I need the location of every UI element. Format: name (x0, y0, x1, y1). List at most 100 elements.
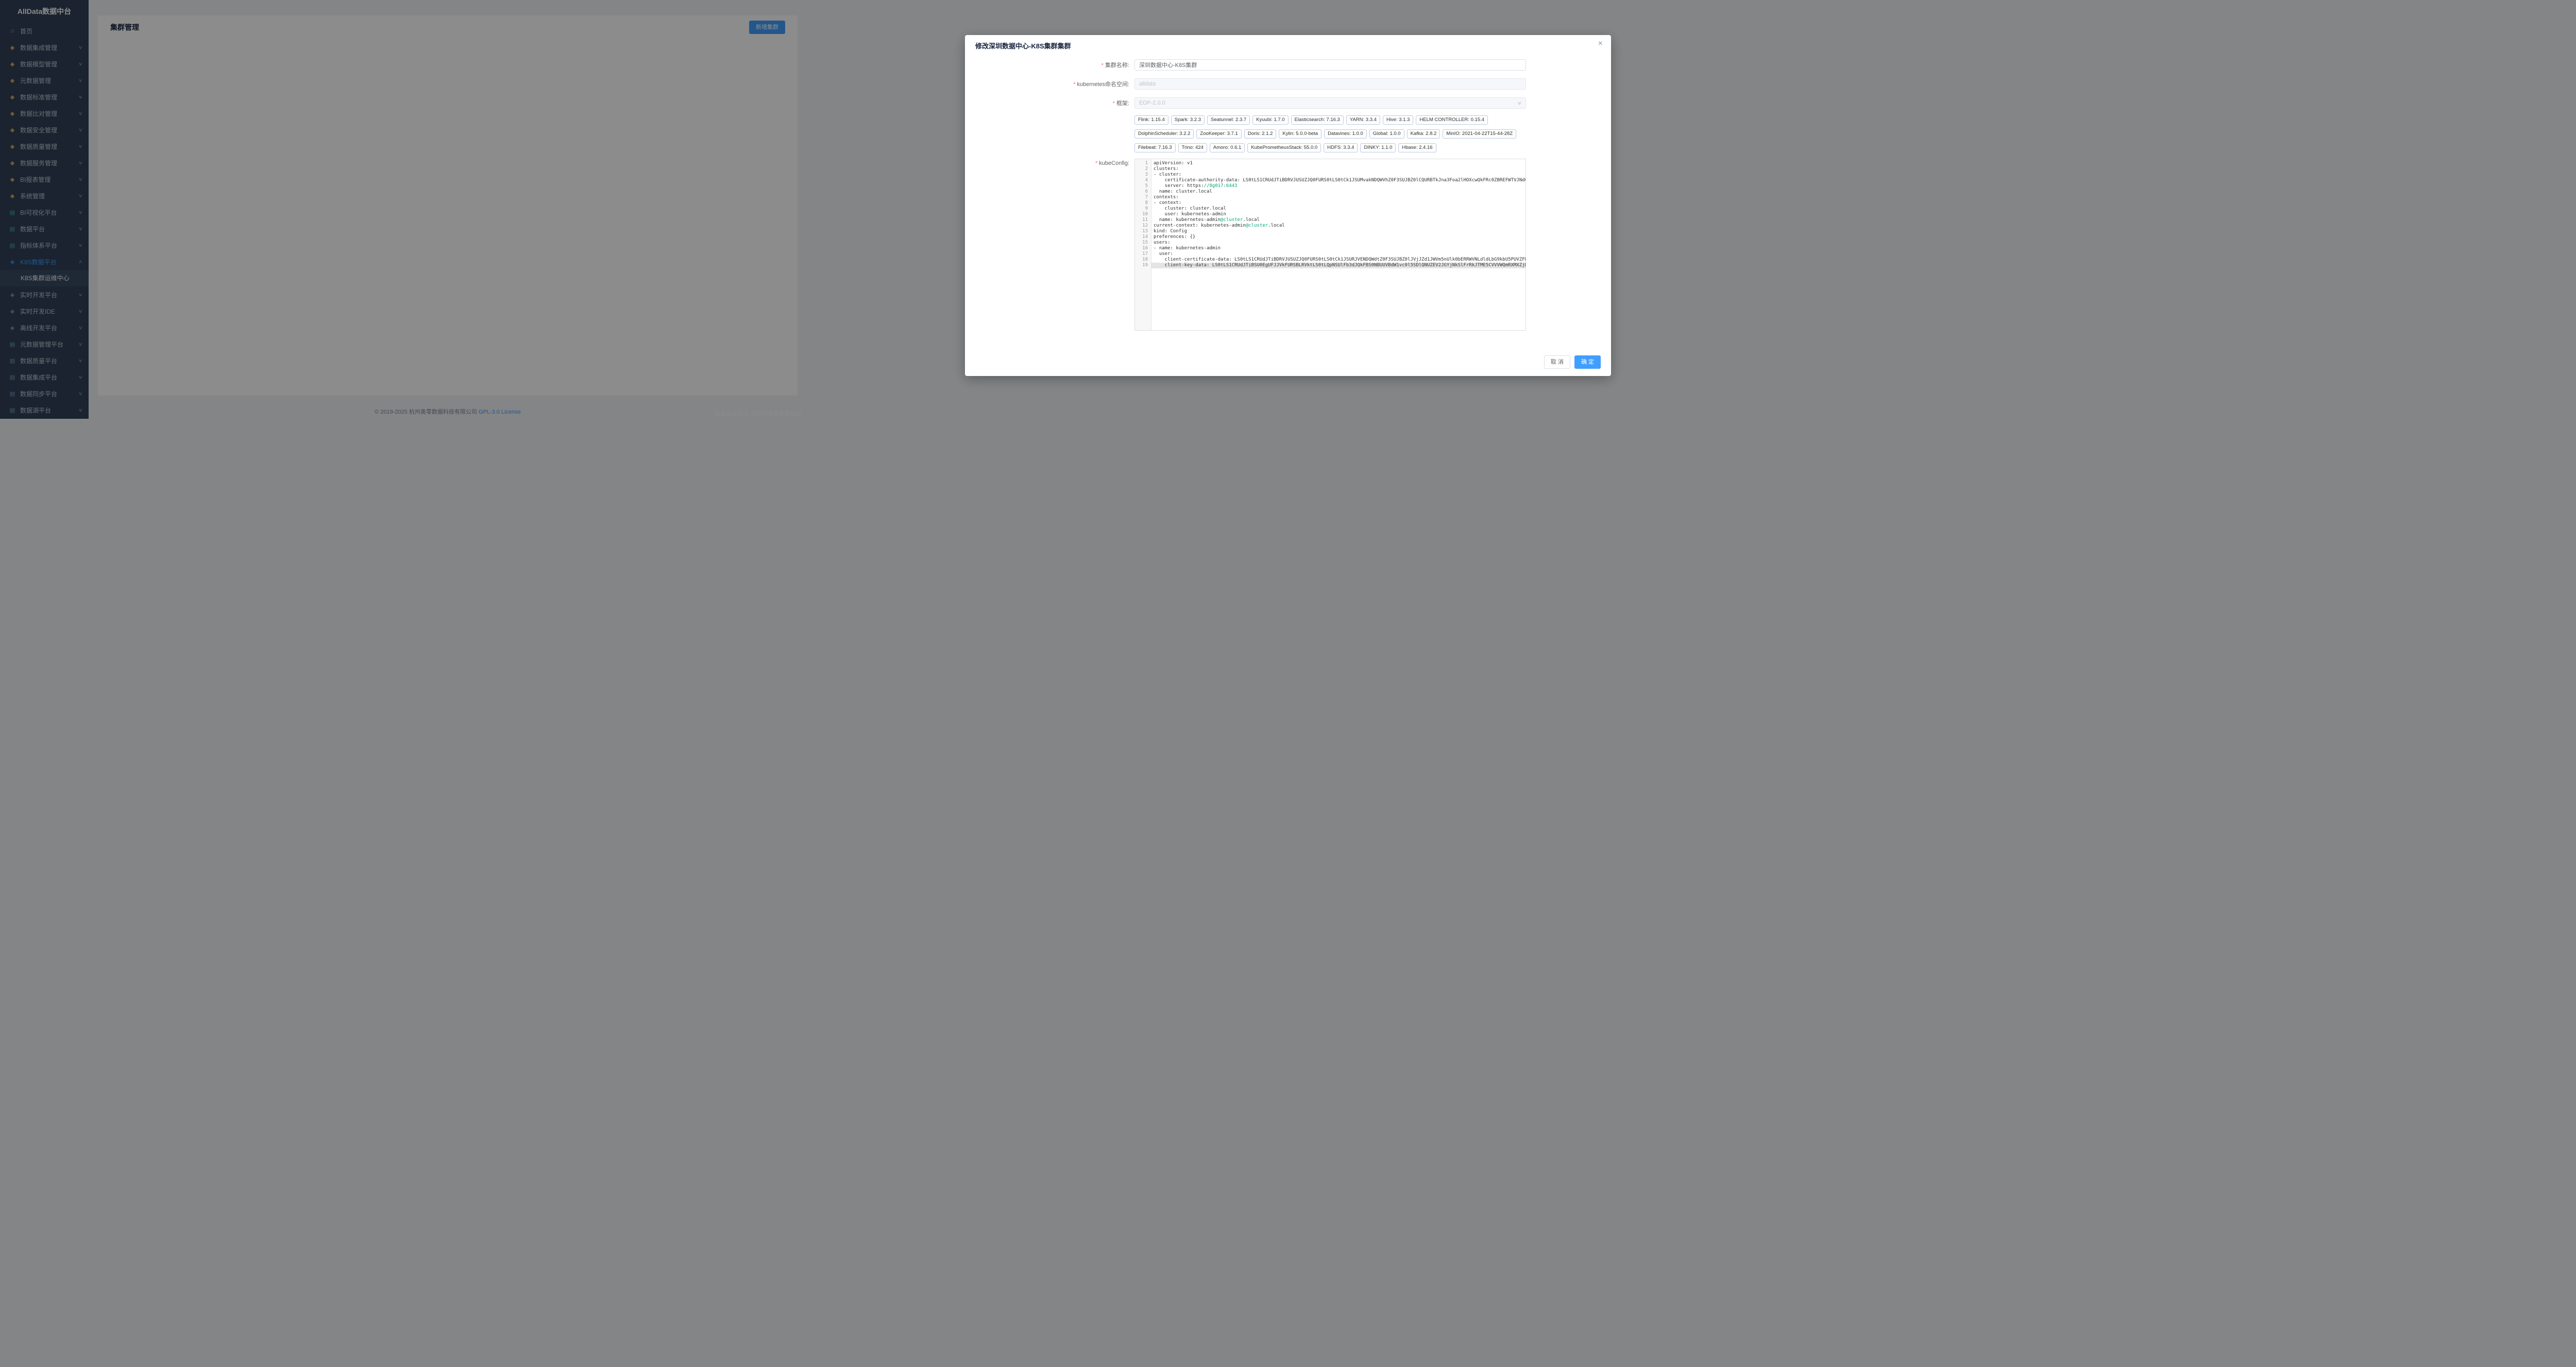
code-line: 18 client-certificate-data: LS0tLS1CRUdJ… (1135, 257, 1526, 263)
dialog-header: 修改深圳数据中心-K8S集群集群 × (965, 35, 1611, 53)
version-tag: Spark: 3.2.3 (1171, 115, 1205, 125)
line-number: 12 (1135, 223, 1151, 229)
line-number: 5 (1135, 183, 1151, 189)
close-icon[interactable]: × (1598, 40, 1603, 48)
code-line: 10 user: kubernetes-admin (1135, 212, 1526, 217)
line-number: 1 (1135, 161, 1151, 166)
kubeconfig-label: *kubeConfig: (977, 159, 1134, 166)
line-number: 19 (1135, 263, 1151, 268)
version-tag: Elasticsearch: 7.16.3 (1291, 115, 1344, 125)
required-mark: * (1113, 100, 1115, 107)
line-number: 17 (1135, 251, 1151, 257)
version-tag: DINKY: 1.1.0 (1360, 143, 1396, 152)
cluster-name-row: *集群名称: (977, 59, 1599, 71)
line-number: 10 (1135, 212, 1151, 217)
code-line-text: certificate-authority-data: LS0tLS1CRUdJ… (1151, 178, 1526, 183)
line-number: 13 (1135, 229, 1151, 234)
version-tag: Datavines: 1.0.0 (1324, 129, 1367, 139)
kubeconfig-editor[interactable]: 1apiVersion: v12clusters:3- cluster:4 ce… (1134, 159, 1526, 331)
version-tag: Global: 1.0.0 (1369, 129, 1404, 139)
namespace-row: *kubernetes命名空间: (977, 78, 1599, 90)
version-tag: Seatunnel: 2.3.7 (1207, 115, 1250, 125)
code-line: 4 certificate-authority-data: LS0tLS1CRU… (1135, 178, 1526, 183)
chevron-down-icon: ∨ (1517, 100, 1522, 106)
namespace-label-text: kubernetes命名空间: (1077, 81, 1129, 88)
version-tag: HELM CONTROLLER: 0.15.4 (1416, 115, 1488, 125)
code-line: 7contexts: (1135, 195, 1526, 200)
code-line: 15users: (1135, 240, 1526, 246)
code-line-text: - cluster: (1151, 172, 1526, 178)
code-line-text: clusters: (1151, 166, 1526, 172)
required-mark: * (1095, 160, 1097, 166)
code-line: 12current-context: kubernetes-admin@clus… (1135, 223, 1526, 229)
required-mark: * (1101, 62, 1104, 69)
line-number: 16 (1135, 246, 1151, 251)
version-tag: Flink: 1.15.4 (1134, 115, 1168, 125)
kubeconfig-row: *kubeConfig: 1apiVersion: v12clusters:3-… (977, 159, 1599, 331)
code-line: 17 user: (1135, 251, 1526, 257)
namespace-input (1134, 78, 1526, 90)
code-line-text: user: kubernetes-admin (1151, 212, 1526, 217)
code-line: 3- cluster: (1135, 172, 1526, 178)
code-line: 11 name: kubernetes-admin@cluster.local (1135, 217, 1526, 223)
code-line-text: - context: (1151, 200, 1526, 206)
confirm-button[interactable]: 确 定 (1574, 355, 1601, 369)
line-number: 15 (1135, 240, 1151, 246)
dialog-footer: 取 消 确 定 (965, 350, 1611, 376)
version-tag-row: DolphinScheduler: 3.2.2ZooKeeper: 3.7.1D… (1134, 129, 1526, 139)
version-tag-row: Filebeat: 7.16.3Trino: 424Amoro: 0.6.1Ku… (1134, 143, 1526, 152)
code-line-text: apiVersion: v1 (1151, 161, 1526, 166)
code-line: 13kind: Config (1135, 229, 1526, 234)
line-number: 11 (1135, 217, 1151, 223)
line-number: 18 (1135, 257, 1151, 263)
component-version-tags: Flink: 1.15.4Spark: 3.2.3Seatunnel: 2.3.… (1134, 115, 1526, 152)
edit-cluster-dialog: 修改深圳数据中心-K8S集群集群 × *集群名称: *kubernetes命名空… (965, 35, 1611, 376)
code-line-text: current-context: kubernetes-admin@cluste… (1151, 223, 1526, 229)
line-number: 6 (1135, 189, 1151, 195)
version-tag: Amoro: 0.6.1 (1210, 143, 1245, 152)
line-number: 8 (1135, 200, 1151, 206)
framework-label-text: 框架: (1116, 100, 1129, 107)
cluster-name-label: *集群名称: (977, 61, 1134, 69)
dialog-title: 修改深圳数据中心-K8S集群集群 (975, 41, 1601, 50)
version-tag: Hive: 3.1.3 (1383, 115, 1413, 125)
framework-selected-value: EDP-2.0.0 (1139, 100, 1165, 106)
code-line-text: client-key-data: LS0tLS1CRUdJTiBSU0EgUFJ… (1151, 263, 1526, 268)
version-tag: Filebeat: 7.16.3 (1134, 143, 1176, 152)
code-line-text: user: (1151, 251, 1526, 257)
line-number: 2 (1135, 166, 1151, 172)
code-line-text: client-certificate-data: LS0tLS1CRUdJTiB… (1151, 257, 1526, 263)
framework-label: *框架: (977, 99, 1134, 107)
code-line-text: name: cluster.local (1151, 189, 1526, 195)
dialog-body: *集群名称: *kubernetes命名空间: *框架: EDP-2.0.0 ∨… (965, 53, 1611, 350)
code-line: 8- context: (1135, 200, 1526, 206)
version-tag-row: Flink: 1.15.4Spark: 3.2.3Seatunnel: 2.3.… (1134, 115, 1526, 125)
code-line: 16- name: kubernetes-admin (1135, 246, 1526, 251)
cancel-button[interactable]: 取 消 (1544, 355, 1570, 369)
code-line-text: server: https://8g017:6443 (1151, 183, 1526, 189)
code-line-text: preferences: {} (1151, 234, 1526, 240)
version-tag: HDFS: 3.3.4 (1324, 143, 1358, 152)
cluster-name-input[interactable] (1134, 59, 1526, 71)
version-tag: MinIO: 2021-04-22T15-44-28Z (1443, 129, 1516, 139)
required-mark: * (1073, 81, 1075, 88)
code-line-text: - name: kubernetes-admin (1151, 246, 1526, 251)
framework-row: *框架: EDP-2.0.0 ∨ (977, 97, 1599, 109)
code-line: 14preferences: {} (1135, 234, 1526, 240)
version-tag: Doris: 2.1.2 (1244, 129, 1277, 139)
code-line-text: cluster: cluster.local (1151, 206, 1526, 212)
line-number: 9 (1135, 206, 1151, 212)
version-tag: YARN: 3.3.4 (1346, 115, 1380, 125)
code-line: 9 cluster: cluster.local (1135, 206, 1526, 212)
cluster-name-label-text: 集群名称: (1105, 62, 1129, 69)
code-line: 5 server: https://8g017:6443 (1135, 183, 1526, 189)
code-line-text: kind: Config (1151, 229, 1526, 234)
code-line-text: contexts: (1151, 195, 1526, 200)
line-number: 14 (1135, 234, 1151, 240)
line-number: 4 (1135, 178, 1151, 183)
version-tag: Kyuubi: 1.7.0 (1252, 115, 1288, 125)
version-tag: DolphinScheduler: 3.2.2 (1134, 129, 1194, 139)
code-line: 2clusters: (1135, 166, 1526, 172)
code-line: 6 name: cluster.local (1135, 189, 1526, 195)
code-line-text: users: (1151, 240, 1526, 246)
